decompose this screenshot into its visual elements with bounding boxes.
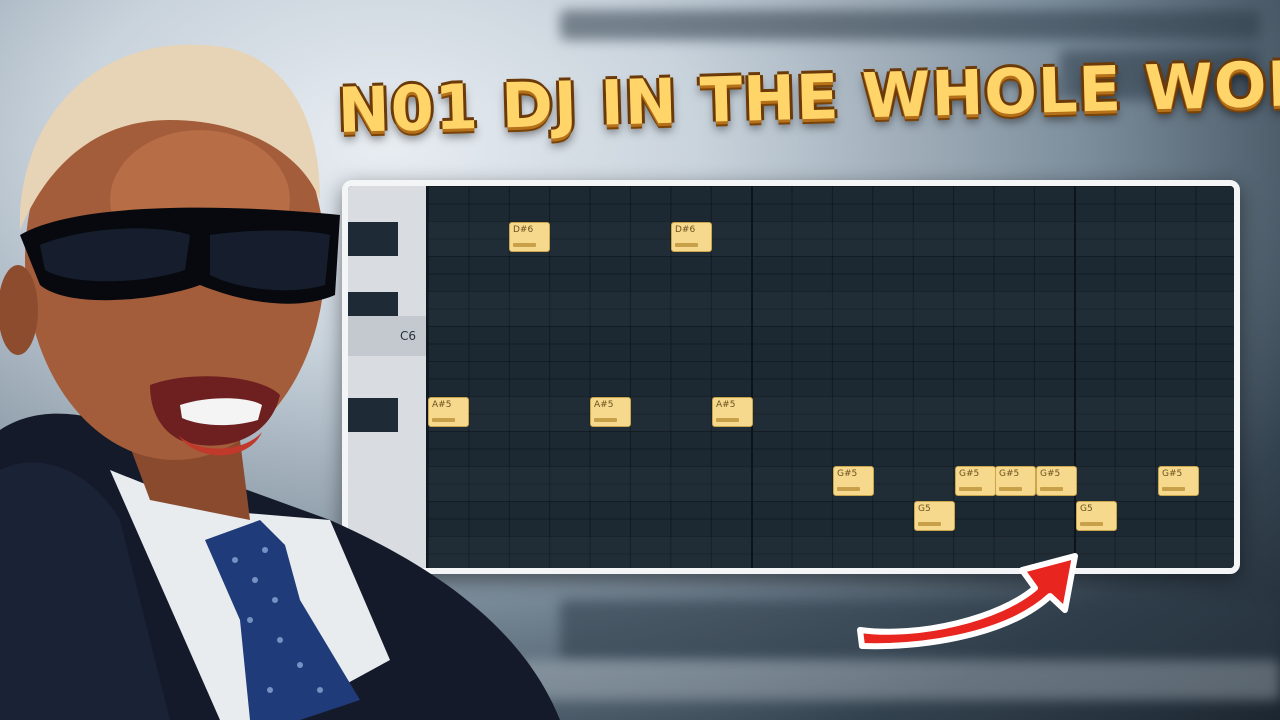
piano-black-key[interactable] <box>348 398 398 432</box>
midi-note[interactable]: A#5 <box>428 397 469 427</box>
piano-key-c6[interactable]: C6 <box>348 316 426 356</box>
note-grid[interactable]: D#6 D#6 A#5 A#5 A#5 G#5 G#5 G#5 G#5 G#5 … <box>428 186 1234 568</box>
red-arrow-icon <box>857 553 1078 650</box>
midi-note[interactable]: G#5 <box>1158 466 1199 496</box>
midi-note[interactable]: D#6 <box>509 222 550 252</box>
midi-note[interactable]: G5 <box>1076 501 1117 531</box>
piano-roll-panel: C6 D#6 D#6 A#5 A#5 A#5 G#5 G#5 G#5 G#5 G… <box>342 180 1240 574</box>
thumbnail-title: N01 DJ IN THE WHOLE WORLD <box>336 44 1280 147</box>
midi-note[interactable]: G5 <box>914 501 955 531</box>
midi-note[interactable]: A#5 <box>590 397 631 427</box>
piano-black-key[interactable] <box>348 222 398 256</box>
midi-note[interactable]: G#5 <box>1036 466 1077 496</box>
piano-keyboard: C6 <box>348 186 429 568</box>
midi-note[interactable]: D#6 <box>671 222 712 252</box>
midi-note[interactable]: G#5 <box>995 466 1036 496</box>
midi-note[interactable]: G#5 <box>833 466 874 496</box>
midi-note[interactable]: G#5 <box>955 466 996 496</box>
midi-note[interactable]: A#5 <box>712 397 753 427</box>
